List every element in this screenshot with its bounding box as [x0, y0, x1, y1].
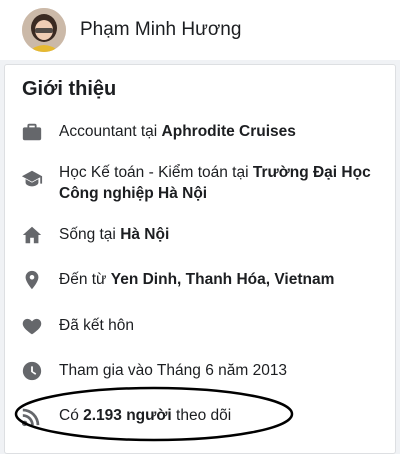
intro-item-prefix: Có [59, 407, 84, 424]
intro-item-text: Tham gia vào Tháng 6 năm 2013 [59, 360, 389, 381]
intro-item-text: Học Kế toán - Kiểm toán tại Trường Đại H… [59, 162, 389, 204]
intro-item-suffix: theo dõi [171, 407, 232, 424]
hometown-link[interactable]: Yen Dinh, Thanh Hóa, Vietnam [111, 271, 335, 288]
intro-title: Giới thiệu [22, 78, 117, 100]
intro-item-prefix: Accountant tại [59, 123, 162, 140]
briefcase-icon [21, 121, 43, 143]
intro-item-prefix: Đến từ [59, 271, 111, 288]
intro-item-prefix: Tham gia vào Tháng 6 năm 2013 [59, 362, 288, 379]
current-city-link[interactable]: Hà Nội [120, 226, 169, 243]
intro-item-prefix: Học Kế toán - Kiểm toán tại [59, 164, 253, 181]
follower-feed-icon [21, 405, 43, 427]
work-place-link[interactable]: Aphrodite Cruises [162, 123, 296, 140]
follower-count[interactable]: 2.193 người [83, 407, 172, 424]
profile-header: Phạm Minh Hương [0, 0, 400, 60]
intro-item-text: Đã kết hôn [59, 315, 389, 336]
intro-item-text: Sống tại Hà Nội [59, 224, 389, 245]
intro-item-text: Accountant tại Aphrodite Cruises [59, 121, 389, 142]
intro-item-prefix: Sống tại [59, 226, 121, 243]
location-pin-icon [21, 269, 43, 291]
avatar[interactable] [22, 8, 66, 52]
clock-icon [21, 360, 43, 382]
intro-item-text: Có 2.193 người theo dõi [59, 405, 389, 426]
graduation-cap-icon [21, 168, 43, 190]
intro-item-prefix: Đã kết hôn [59, 317, 134, 334]
home-icon [21, 224, 43, 246]
intro-item-text: Đến từ Yen Dinh, Thanh Hóa, Vietnam [59, 269, 389, 290]
profile-name[interactable]: Phạm Minh Hương [80, 19, 241, 41]
heart-icon [21, 315, 43, 337]
intro-card: Giới thiệu Accountant tại Aphrodite Crui… [4, 64, 396, 454]
